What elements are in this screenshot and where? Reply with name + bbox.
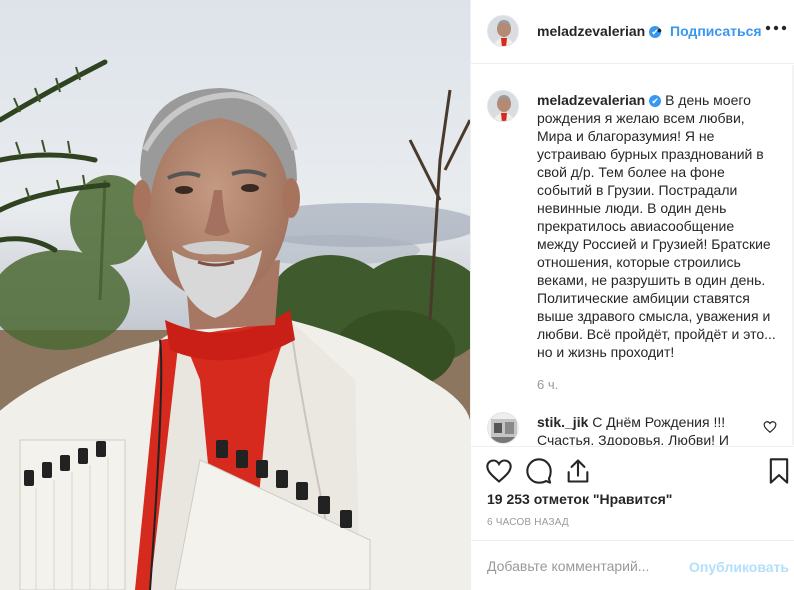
author-avatar[interactable] [487, 15, 519, 47]
comment-like-heart-icon[interactable] [763, 420, 777, 437]
comment-icon[interactable] [525, 457, 553, 485]
photo-illustration [0, 0, 470, 590]
post-header: meladzevalerian ✔ • Подписаться [471, 0, 794, 64]
caption-text: В день моего рождения я желаю всем любви… [537, 92, 776, 360]
post-date[interactable]: 6 ЧАСОВ НАЗАД [487, 517, 569, 528]
author-username[interactable]: meladzevalerian ✔ [537, 23, 662, 39]
heart-icon[interactable] [485, 457, 513, 485]
commenter-avatar[interactable] [487, 412, 519, 444]
post-side-panel: meladzevalerian ✔ • Подписаться meladzeva… [470, 0, 794, 590]
add-comment-box: Опубликовать [471, 540, 794, 590]
post-photo[interactable] [0, 0, 470, 590]
caption-avatar[interactable] [487, 90, 519, 122]
comment-body: stik._jik С Днём Рождения !!! Счастья, З… [537, 413, 767, 445]
more-options-icon[interactable] [763, 16, 789, 40]
caption-username[interactable]: meladzevalerian [537, 92, 645, 108]
verified-badge-icon: ✔ [649, 95, 662, 107]
caption-timestamp[interactable]: 6 ч. [537, 377, 558, 392]
caption-body: meladzevalerian ✔ В день моего рождения я… [537, 91, 777, 361]
commenter-username[interactable]: stik._jik [537, 414, 588, 430]
comments-list[interactable]: meladzevalerian ✔ В день моего рождения я… [471, 65, 794, 445]
follow-button[interactable]: Подписаться [670, 23, 762, 39]
publish-button[interactable]: Опубликовать [689, 559, 789, 575]
comment-input[interactable] [487, 555, 687, 577]
share-icon[interactable] [564, 457, 592, 485]
bookmark-icon[interactable] [765, 457, 793, 485]
header-separator: • [657, 22, 662, 38]
author-username-text[interactable]: meladzevalerian [537, 23, 645, 39]
action-bar [471, 446, 794, 494]
likes-count[interactable]: 19 253 отметок "Нравится" [487, 491, 672, 507]
